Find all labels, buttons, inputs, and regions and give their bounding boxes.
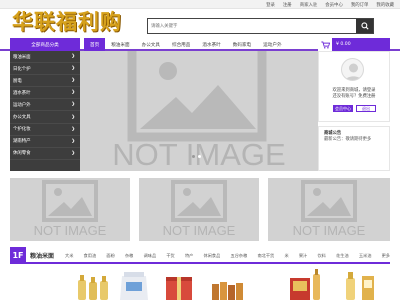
floor-tag[interactable]: 米 bbox=[284, 253, 288, 259]
cart-icon bbox=[318, 38, 332, 51]
notice-panel: 商城公告 最新公告：敬请期待更多 bbox=[318, 126, 390, 171]
main-nav: 首页 粮油米面 办公文具 综合用品 酒水茶叶 数码家电 运动户外 bbox=[84, 38, 288, 51]
category-item[interactable]: 厨电 ❯ bbox=[10, 75, 80, 88]
member-center-button[interactable]: 会员中心 bbox=[333, 105, 353, 112]
promo-banner[interactable]: NOT IMAGE bbox=[139, 178, 259, 241]
chevron-right-icon: ❯ bbox=[71, 102, 75, 108]
floor-tag[interactable]: 果汁 bbox=[299, 253, 307, 259]
chevron-right-icon: ❯ bbox=[71, 66, 75, 72]
category-label: 日化个护 bbox=[13, 66, 31, 72]
all-categories-button[interactable]: 全部商品分类 bbox=[10, 38, 80, 51]
category-label: 厨电 bbox=[13, 78, 22, 84]
floor-tag[interactable]: 花生油 bbox=[336, 253, 349, 259]
register-link[interactable]: 注册 bbox=[283, 2, 292, 8]
top-bar: 登录 注册 商家入驻 会员中心 我的订单 我的收藏 bbox=[0, 0, 400, 9]
floor-tag[interactable]: 大米 bbox=[65, 253, 73, 259]
user-panel: 欢迎来到商城，请登录 还没有账号？免费注册 会员中心 退出 bbox=[318, 51, 390, 122]
product-wine-box-image[interactable] bbox=[288, 266, 328, 300]
floor-tag[interactable]: 饮料 bbox=[317, 253, 325, 259]
category-label: 粮油米面 bbox=[13, 54, 31, 60]
placeholder-text: NOT IMAGE bbox=[293, 223, 366, 238]
product-liquor-bottles-image[interactable] bbox=[340, 266, 380, 300]
category-sidebar: 粮油米面 ❯ 日化个护 ❯ 厨电 ❯ 酒水茶叶 ❯ 运动户外 ❯ 办公文具 ❯ 个护化妆 ❯ … bbox=[10, 51, 80, 171]
product-row bbox=[10, 266, 390, 300]
search-bar bbox=[147, 18, 374, 34]
merchant-link[interactable]: 商家入驻 bbox=[300, 2, 318, 8]
site-logo[interactable]: 华联福利购 bbox=[12, 10, 122, 34]
logout-button[interactable]: 退出 bbox=[356, 105, 376, 112]
floor-tag[interactable]: 食用油 bbox=[84, 253, 97, 259]
category-label: 运动户外 bbox=[13, 102, 31, 108]
chevron-right-icon: ❯ bbox=[71, 78, 75, 84]
category-item[interactable]: 酒水茶叶 ❯ bbox=[10, 87, 80, 100]
floor-number: 1F bbox=[10, 247, 26, 264]
member-center-link[interactable]: 会员中心 bbox=[325, 2, 343, 8]
product-oil-bottles-image[interactable] bbox=[72, 266, 112, 300]
welcome-text: 欢迎来到商城，请登录 还没有账号？免费注册 bbox=[319, 88, 389, 100]
placeholder-text: NOT IMAGE bbox=[34, 223, 107, 238]
floor-tag[interactable]: 南北干货 bbox=[257, 253, 274, 259]
chevron-right-icon: ❯ bbox=[71, 138, 75, 144]
hero-banner[interactable]: NOT IMAGE bbox=[80, 51, 318, 171]
banner-placeholder-text: NOT IMAGE bbox=[112, 137, 285, 171]
floor-tag[interactable]: 调味品 bbox=[144, 253, 157, 259]
category-item[interactable]: 个护化妆 ❯ bbox=[10, 124, 80, 136]
product-gift-box-image[interactable] bbox=[158, 266, 198, 300]
category-label: 休闲零食 bbox=[13, 151, 31, 157]
banner-dot[interactable] bbox=[192, 155, 195, 158]
promo-banner[interactable]: NOT IMAGE bbox=[10, 178, 130, 241]
promo-banner[interactable]: NOT IMAGE bbox=[268, 178, 390, 241]
category-item[interactable]: 日化个护 ❯ bbox=[10, 63, 80, 76]
chevron-right-icon: ❯ bbox=[71, 150, 75, 156]
placeholder-text: NOT IMAGE bbox=[163, 223, 236, 238]
nav-tab-digital[interactable]: 数码家电 bbox=[227, 38, 257, 51]
floor-tag[interactable]: 五谷杂粮 bbox=[231, 253, 248, 259]
floor-tags: 大米 食用油 面粉 杂粮 调味品 干货 特产 休闲食品 五谷杂粮 南北干货 米 … bbox=[65, 247, 390, 264]
nav-tab-outdoor[interactable]: 运动户外 bbox=[257, 38, 287, 51]
floor-tag[interactable]: 休闲食品 bbox=[204, 253, 221, 259]
nav-tab-grain-oil[interactable]: 粮油米面 bbox=[105, 38, 135, 51]
category-item[interactable]: 休闲零食 ❯ bbox=[10, 148, 80, 160]
floor-tag[interactable]: 更多 bbox=[382, 253, 390, 259]
login-link[interactable]: 登录 bbox=[266, 2, 275, 8]
chevron-right-icon: ❯ bbox=[71, 90, 75, 96]
banner-pagination bbox=[192, 155, 201, 158]
nav-tab-home[interactable]: 首页 bbox=[84, 38, 106, 51]
category-item[interactable]: 运动户外 ❯ bbox=[10, 99, 80, 112]
product-spice-jars-image[interactable] bbox=[208, 266, 248, 300]
category-label: 湖南特产 bbox=[13, 139, 31, 145]
category-item[interactable]: 湖南特产 ❯ bbox=[10, 136, 80, 148]
nav-tab-wine-tea[interactable]: 酒水茶叶 bbox=[196, 38, 226, 51]
my-favorites-link[interactable]: 我的收藏 bbox=[376, 2, 394, 8]
chevron-right-icon: ❯ bbox=[71, 126, 75, 132]
cart-button[interactable]: ¥ 0.00 bbox=[318, 38, 390, 51]
floor-tag[interactable]: 玉米油 bbox=[359, 253, 372, 259]
search-icon bbox=[360, 22, 369, 30]
floor-tag[interactable]: 面粉 bbox=[106, 253, 114, 259]
chevron-right-icon: ❯ bbox=[71, 114, 75, 120]
chevron-right-icon: ❯ bbox=[71, 54, 75, 60]
nav-tab-office[interactable]: 办公文具 bbox=[136, 38, 166, 51]
my-orders-link[interactable]: 我的订单 bbox=[351, 2, 369, 8]
category-label: 酒水茶叶 bbox=[13, 90, 31, 96]
floor-tag[interactable]: 干货 bbox=[166, 253, 174, 259]
floor-tag[interactable]: 杂粮 bbox=[125, 253, 133, 259]
category-item[interactable]: 粮油米面 ❯ bbox=[10, 51, 80, 64]
floor-title[interactable]: 粮油米面 bbox=[30, 247, 54, 264]
search-input[interactable] bbox=[148, 19, 356, 33]
notice-item[interactable]: 最新公告：敬请期待更多 bbox=[324, 137, 384, 143]
register-prompt[interactable]: 还没有账号？免费注册 bbox=[319, 94, 389, 100]
avatar bbox=[341, 58, 364, 81]
floor-header: 1F 粮油米面 大米 食用油 面粉 杂粮 调味品 干货 特产 休闲食品 五谷杂粮… bbox=[10, 247, 390, 264]
floor-tag[interactable]: 特产 bbox=[185, 253, 193, 259]
banner-dot[interactable] bbox=[198, 155, 201, 158]
category-label: 个护化妆 bbox=[13, 127, 31, 133]
user-icon bbox=[345, 63, 362, 80]
product-rice-bag-image[interactable] bbox=[114, 266, 154, 300]
category-item[interactable]: 办公文具 ❯ bbox=[10, 111, 80, 124]
search-button[interactable] bbox=[356, 19, 373, 33]
cart-amount: ¥ 0.00 bbox=[336, 42, 351, 47]
category-label: 办公文具 bbox=[13, 115, 31, 121]
nav-tab-general[interactable]: 综合用品 bbox=[166, 38, 196, 51]
